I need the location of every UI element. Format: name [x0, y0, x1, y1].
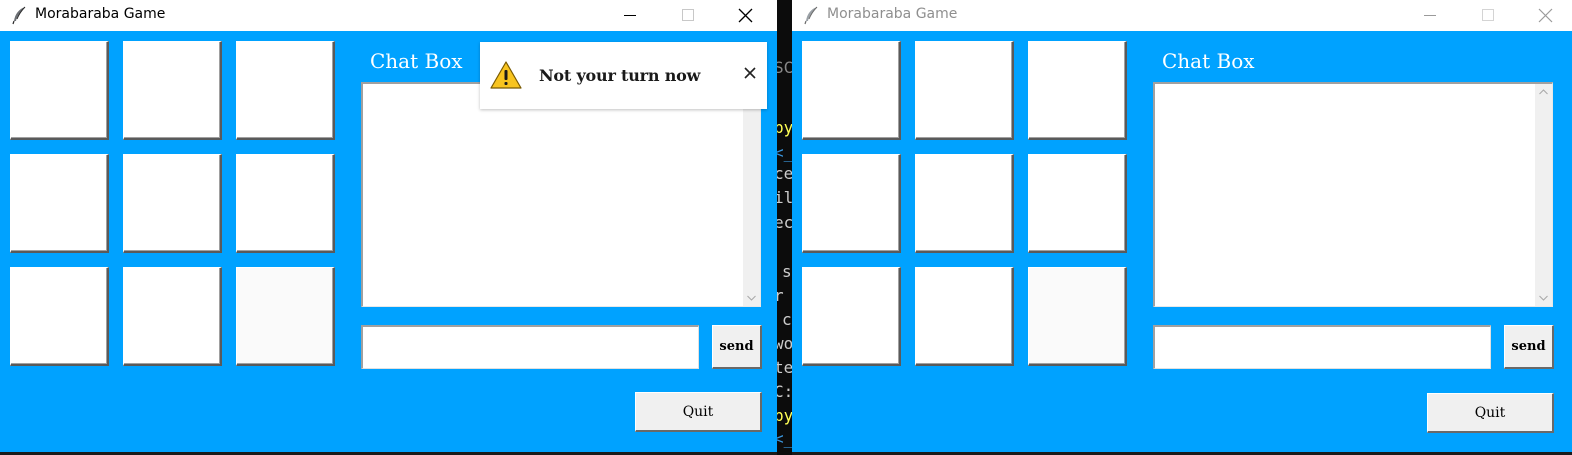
chat-box-label: Chat Box	[1162, 49, 1255, 73]
maximize-button[interactable]	[1464, 0, 1510, 31]
terminal-text: py	[777, 118, 792, 137]
close-icon	[1538, 8, 1553, 23]
close-icon	[738, 8, 753, 23]
board-cell[interactable]	[1028, 154, 1127, 253]
maximize-icon	[1482, 9, 1494, 21]
board-cell[interactable]	[123, 41, 222, 140]
terminal-text: py	[777, 406, 792, 425]
terminal-text: s	[782, 262, 792, 281]
terminal-text: wo	[777, 334, 792, 353]
game-window-2: Morabaraba Game Chat Box send Quit	[792, 0, 1572, 455]
notification-message: Not your turn now	[539, 66, 701, 85]
terminal-text: <_	[777, 143, 792, 162]
board-cell[interactable]	[123, 267, 222, 366]
minimize-icon	[1424, 15, 1436, 16]
board-cell[interactable]	[802, 267, 901, 366]
chat-history[interactable]	[1153, 82, 1553, 307]
chat-scrollbar[interactable]	[1535, 84, 1552, 306]
board-cell[interactable]	[915, 267, 1014, 366]
notification-toast: Not your turn now	[480, 42, 767, 109]
chevron-down-icon[interactable]	[1539, 295, 1548, 301]
title-bar[interactable]: Morabaraba Game	[792, 0, 1572, 31]
title-bar[interactable]: Morabaraba Game	[0, 0, 777, 31]
terminal-text: <_	[777, 429, 792, 448]
terminal-text: te	[777, 358, 792, 377]
chevron-down-icon[interactable]	[747, 295, 756, 301]
warning-icon	[490, 61, 522, 89]
board-cell[interactable]	[10, 267, 109, 366]
close-icon[interactable]	[743, 66, 757, 80]
terminal-text: ce	[777, 164, 792, 183]
board-cell[interactable]	[123, 154, 222, 253]
terminal-text: SC	[777, 58, 792, 77]
send-button[interactable]: send	[1504, 325, 1554, 369]
board-cell[interactable]	[10, 154, 109, 253]
minimize-icon	[624, 15, 636, 16]
board-cell[interactable]	[802, 154, 901, 253]
chat-history[interactable]	[361, 82, 761, 307]
board-cell[interactable]	[915, 41, 1014, 140]
maximize-icon	[682, 9, 694, 21]
board-cell[interactable]	[802, 41, 901, 140]
board-cell[interactable]	[236, 41, 335, 140]
quit-button[interactable]: Quit	[1427, 393, 1554, 433]
maximize-button[interactable]	[664, 0, 710, 31]
feather-icon	[804, 6, 818, 25]
terminal-text: C:	[777, 382, 792, 401]
window-title: Morabaraba Game	[827, 6, 958, 22]
board-cell[interactable]	[236, 154, 335, 253]
board-grid	[802, 41, 1132, 371]
board-cell[interactable]	[236, 267, 335, 366]
close-button[interactable]	[1522, 0, 1568, 31]
window-title: Morabaraba Game	[35, 6, 166, 22]
terminal-text: r	[777, 286, 784, 305]
feather-icon	[12, 6, 26, 25]
close-button[interactable]	[722, 0, 768, 31]
message-input[interactable]	[361, 325, 699, 369]
terminal-background: SC py <_ ce il ec s r c wo te C: py <_	[777, 0, 792, 455]
minimize-button[interactable]	[1407, 0, 1453, 31]
board-cell[interactable]	[915, 154, 1014, 253]
minimize-button[interactable]	[607, 0, 653, 31]
game-area: Chat Box send Quit	[792, 31, 1572, 455]
board-cell[interactable]	[10, 41, 109, 140]
chat-scrollbar[interactable]	[743, 84, 760, 306]
terminal-text: c	[782, 310, 792, 329]
send-button[interactable]: send	[712, 325, 762, 369]
chat-box-label: Chat Box	[370, 49, 463, 73]
board-grid	[10, 41, 340, 371]
message-input[interactable]	[1153, 325, 1491, 369]
board-cell[interactable]	[1028, 267, 1127, 366]
quit-button[interactable]: Quit	[635, 392, 762, 432]
board-cell[interactable]	[1028, 41, 1127, 140]
terminal-text: il	[777, 188, 792, 207]
chevron-up-icon[interactable]	[1539, 89, 1548, 95]
terminal-text: ec	[777, 213, 792, 232]
